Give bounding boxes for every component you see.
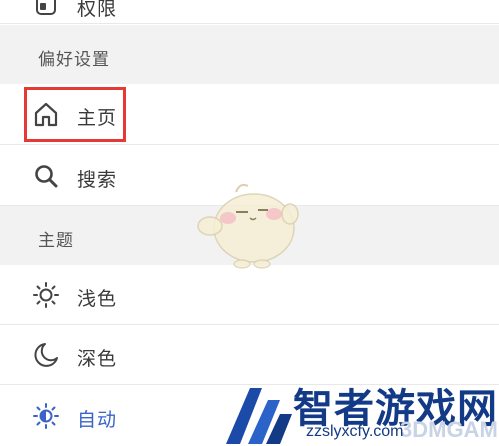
settings-item-label: 搜索 <box>77 170 118 191</box>
watermark-url: zzslyxcfy.com <box>306 423 404 440</box>
moon-icon <box>32 341 60 369</box>
settings-item-permissions[interactable]: 权限 <box>0 0 499 24</box>
settings-item-label: 权限 <box>77 0 118 20</box>
highlight-box <box>24 87 126 142</box>
search-icon <box>32 162 60 190</box>
watermark-overlay: 3DMGAME <box>400 417 499 442</box>
auto-theme-icon <box>32 402 60 430</box>
theme-option-light[interactable]: 浅色 <box>0 265 499 325</box>
section-title: 主题 <box>38 231 74 250</box>
sun-icon <box>32 281 60 309</box>
theme-option-label: 浅色 <box>77 289 118 310</box>
section-preferences: 偏好设置 <box>0 25 499 84</box>
section-title: 偏好设置 <box>38 50 110 69</box>
permission-icon <box>32 0 60 20</box>
theme-option-label: 深色 <box>77 349 118 370</box>
theme-option-label: 自动 <box>77 410 118 431</box>
mascot-watermark-icon <box>197 183 299 269</box>
